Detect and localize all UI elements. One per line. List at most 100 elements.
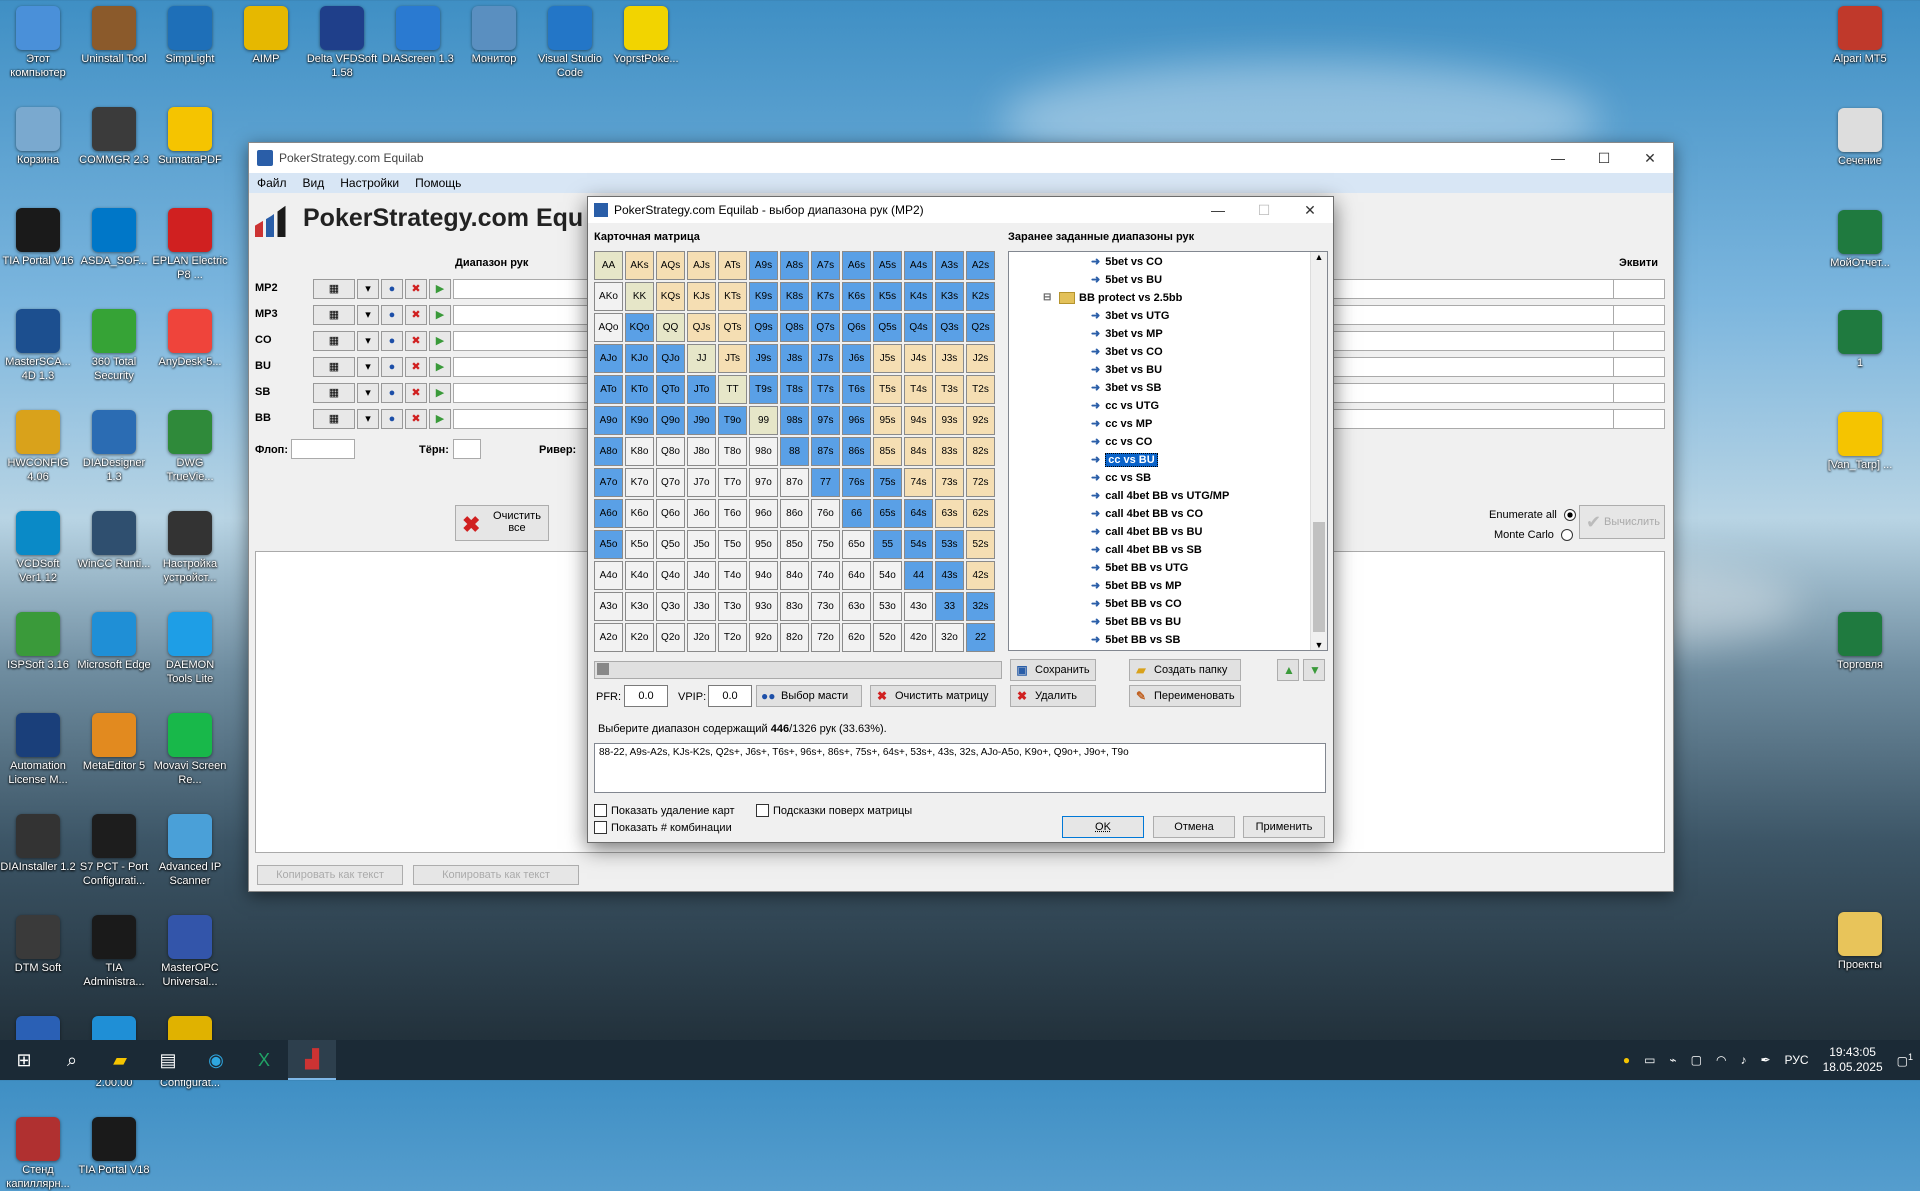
desktop-icon[interactable]: Торговля — [1822, 612, 1898, 672]
matrix-cell[interactable]: 86o — [780, 499, 809, 528]
move-up-button[interactable]: ▲ — [1277, 659, 1299, 681]
tree-item[interactable]: ➜ 3bet vs BU — [1009, 361, 1327, 379]
clear-row-button[interactable]: ✖ — [405, 279, 427, 299]
matrix-cell[interactable]: 72o — [811, 623, 840, 652]
desktop-icon[interactable]: Проекты — [1822, 912, 1898, 972]
matrix-cell[interactable]: 83s — [935, 437, 964, 466]
apply-button[interactable]: Применить — [1243, 816, 1325, 838]
desktop-icon[interactable]: YoprstPoke... — [608, 6, 684, 66]
matrix-cell[interactable]: Q7o — [656, 468, 685, 497]
matrix-cell[interactable]: J6s — [842, 344, 871, 373]
matrix-cell[interactable]: J3s — [935, 344, 964, 373]
matrix-cell[interactable]: A7o — [594, 468, 623, 497]
matrix-cell[interactable]: T7s — [811, 375, 840, 404]
tree-scrollbar[interactable]: ▲ ▼ — [1310, 252, 1327, 650]
matrix-cell[interactable]: TT — [718, 375, 747, 404]
copy-as-text-button-1[interactable]: Копировать как текст — [257, 865, 403, 885]
matrix-cell[interactable]: 62o — [842, 623, 871, 652]
matrix-cell[interactable]: J4o — [687, 561, 716, 590]
clear-all-button[interactable]: ✖ Очистить все — [455, 505, 549, 541]
matrix-cell[interactable]: 63o — [842, 592, 871, 621]
desktop-icon[interactable]: Movavi Screen Re... — [152, 713, 228, 787]
play-button[interactable]: ▶ — [429, 331, 451, 351]
desktop-icon[interactable]: DTM Soft — [0, 915, 76, 975]
matrix-cell[interactable]: KQs — [656, 282, 685, 311]
matrix-cell[interactable]: 43s — [935, 561, 964, 590]
matrix-cell[interactable]: JJ — [687, 344, 716, 373]
matrix-cell[interactable]: K9o — [625, 406, 654, 435]
matrix-cell[interactable]: A4o — [594, 561, 623, 590]
matrix-cell[interactable]: A8o — [594, 437, 623, 466]
desktop-icon[interactable]: Стенд капиллярн... — [0, 1117, 76, 1191]
maximize-icon[interactable]: ☐ — [1581, 150, 1627, 167]
matrix-cell[interactable]: K4o — [625, 561, 654, 590]
suit-selection-button[interactable]: ●● Выбор масти — [756, 685, 862, 707]
create-folder-button[interactable]: ▰ Создать папку — [1129, 659, 1241, 681]
matrix-cell[interactable]: 77 — [811, 468, 840, 497]
tree-item[interactable]: ➜ call 4bet BB vs SB — [1009, 541, 1327, 559]
minimize-icon[interactable]: — — [1535, 150, 1581, 167]
turn-input[interactable] — [453, 439, 481, 459]
matrix-cell[interactable]: Q9s — [749, 313, 778, 342]
desktop-icon[interactable]: Delta VFDSoft 1.58 — [304, 6, 380, 80]
matrix-cell[interactable]: 62s — [966, 499, 995, 528]
desktop-icon[interactable]: AnyDesk-5... — [152, 309, 228, 369]
matrix-cell[interactable]: KTs — [718, 282, 747, 311]
matrix-cell[interactable]: Q9o — [656, 406, 685, 435]
matrix-cell[interactable]: A8s — [780, 251, 809, 280]
matrix-cell[interactable]: 94o — [749, 561, 778, 590]
delete-button[interactable]: ✖ Удалить — [1010, 685, 1096, 707]
tree-item[interactable]: ➜ 3bet vs UTG — [1009, 307, 1327, 325]
monte-carlo-radio[interactable] — [1560, 529, 1573, 542]
matrix-cell[interactable]: 55 — [873, 530, 902, 559]
tree-item[interactable]: ➜ cc vs SB — [1009, 469, 1327, 487]
dialog-minimize-icon[interactable]: — — [1195, 202, 1241, 219]
card-picker-button[interactable]: ▾ — [357, 305, 379, 325]
matrix-cell[interactable]: 86s — [842, 437, 871, 466]
matrix-cell[interactable]: Q3s — [935, 313, 964, 342]
desktop-icon[interactable]: [Van_Tarp] ... — [1822, 412, 1898, 472]
matrix-cell[interactable]: 52o — [873, 623, 902, 652]
range-matrix-button[interactable]: ▦ — [313, 331, 355, 351]
range-matrix-button[interactable]: ▦ — [313, 305, 355, 325]
play-button[interactable]: ▶ — [429, 409, 451, 429]
matrix-cell[interactable]: Q7s — [811, 313, 840, 342]
matrix-cell[interactable]: 54s — [904, 530, 933, 559]
clock[interactable]: 19:43:05 18.05.2025 — [1823, 1045, 1883, 1075]
matrix-cell[interactable]: A7s — [811, 251, 840, 280]
matrix-cell[interactable]: T4o — [718, 561, 747, 590]
matrix-cell[interactable]: K6o — [625, 499, 654, 528]
matrix-cell[interactable]: J2s — [966, 344, 995, 373]
menu-view[interactable]: Вид — [303, 176, 325, 190]
matrix-cell[interactable]: K3o — [625, 592, 654, 621]
tree-item[interactable]: ➜ call 4bet BB vs BU — [1009, 523, 1327, 541]
tree-folder[interactable]: ⊟ BB protect vs 2.5bb — [1009, 289, 1327, 307]
matrix-cell[interactable]: K8s — [780, 282, 809, 311]
matrix-cell[interactable]: T3o — [718, 592, 747, 621]
matrix-cell[interactable]: KTo — [625, 375, 654, 404]
tree-item[interactable]: ➜ 3bet vs SB — [1009, 379, 1327, 397]
desktop-icon[interactable]: TIA Portal V18 — [76, 1117, 152, 1177]
matrix-cell[interactable]: ATs — [718, 251, 747, 280]
matrix-cell[interactable]: Q8o — [656, 437, 685, 466]
matrix-cell[interactable]: 88 — [780, 437, 809, 466]
clear-matrix-button[interactable]: ✖ Очистить матрицу — [870, 685, 996, 707]
matrix-cell[interactable]: Q6o — [656, 499, 685, 528]
matrix-cell[interactable]: 99 — [749, 406, 778, 435]
matrix-cell[interactable]: T6s — [842, 375, 871, 404]
matrix-cell[interactable]: 76s — [842, 468, 871, 497]
desktop-icon[interactable]: DIAInstaller 1.2 — [0, 814, 76, 874]
desktop-icon[interactable]: МойОтчет... — [1822, 210, 1898, 270]
checkbox-box[interactable] — [756, 804, 769, 817]
windows-start-icon[interactable]: ⊞ — [0, 1040, 48, 1080]
desktop-icon[interactable]: Этот компьютер — [0, 6, 76, 80]
collapse-icon[interactable]: ⊟ — [1043, 289, 1051, 307]
matrix-cell[interactable]: 65o — [842, 530, 871, 559]
matrix-cell[interactable]: 22 — [966, 623, 995, 652]
matrix-cell[interactable]: 42o — [904, 623, 933, 652]
matrix-cell[interactable]: K4s — [904, 282, 933, 311]
matrix-cell[interactable]: 64o — [842, 561, 871, 590]
matrix-cell[interactable]: 83o — [780, 592, 809, 621]
matrix-cell[interactable]: JTs — [718, 344, 747, 373]
tray-display-icon[interactable]: ▭ — [1644, 1053, 1655, 1067]
